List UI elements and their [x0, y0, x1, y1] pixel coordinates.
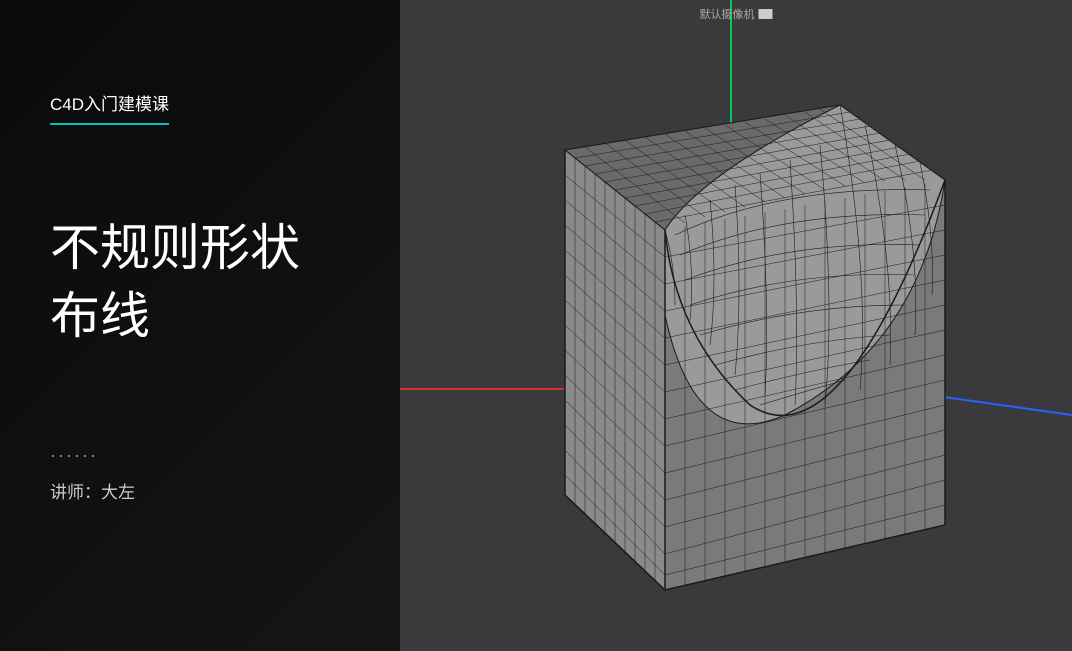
camera-icon	[759, 9, 773, 19]
3d-viewport[interactable]: 默认摄像机	[400, 0, 1072, 651]
instructor-label: 讲师：大左	[50, 478, 360, 503]
viewport-panel[interactable]: 默认摄像机	[400, 0, 1072, 651]
camera-label-text: 默认摄像机	[700, 6, 755, 22]
cube-wireframe-model[interactable]	[500, 85, 990, 615]
camera-label[interactable]: 默认摄像机	[700, 6, 773, 22]
main-title: 不规则形状 布线	[50, 215, 360, 350]
title-line-2: 布线	[50, 283, 360, 351]
text-overlay-panel: C4D入门建模课 不规则形状 布线 ······ 讲师：大左	[0, 0, 400, 651]
course-label: C4D入门建模课	[50, 90, 169, 125]
decorative-dots: ······	[50, 445, 360, 466]
title-line-1: 不规则形状	[50, 215, 360, 283]
